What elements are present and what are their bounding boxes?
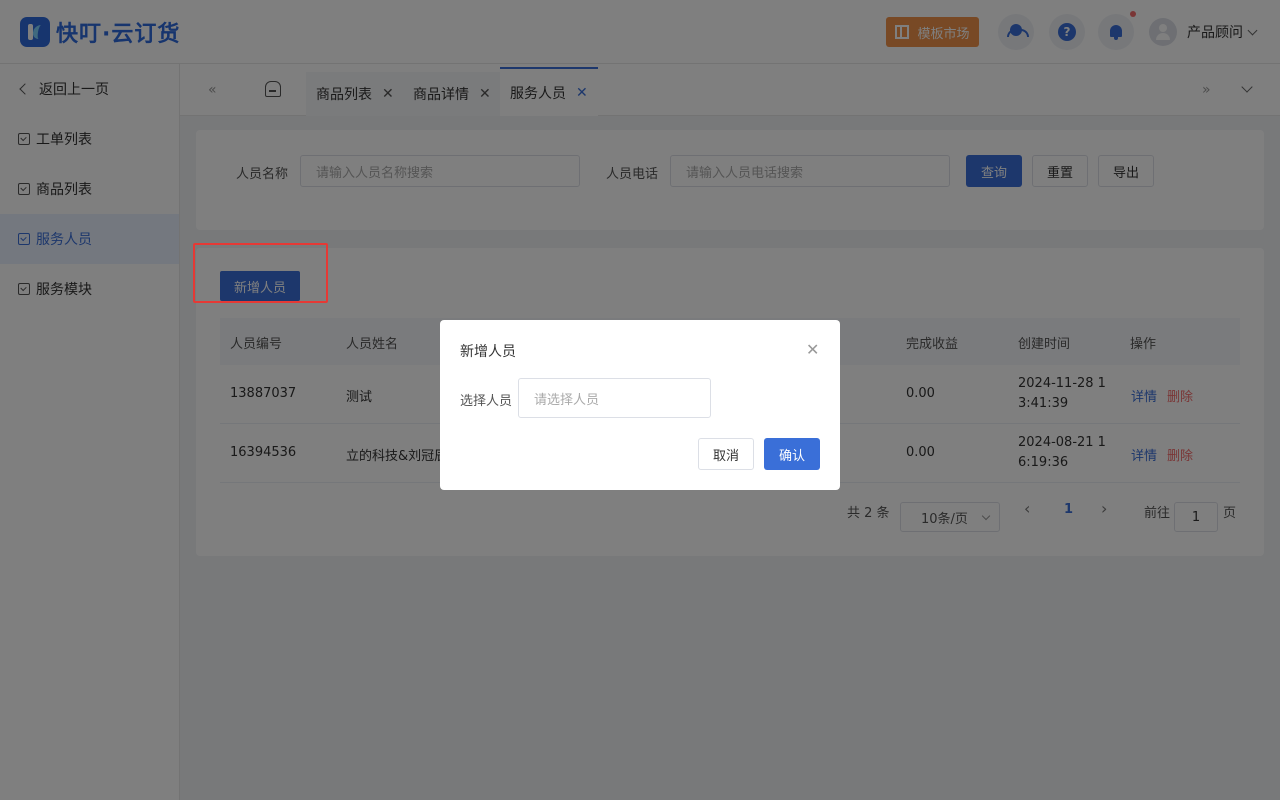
select-staff-label: 选择人员 [460,394,513,409]
add-staff-dialog: 新增人员 ✕ 选择人员 请选择人员 取消 确认 [440,320,840,490]
confirm-button[interactable]: 确认 [764,438,820,470]
select-staff-input[interactable]: 请选择人员 [518,378,711,418]
highlight-box [193,243,328,303]
close-icon[interactable]: ✕ [806,340,819,359]
dialog-title: 新增人员 [460,344,516,360]
cancel-button[interactable]: 取消 [698,438,754,470]
